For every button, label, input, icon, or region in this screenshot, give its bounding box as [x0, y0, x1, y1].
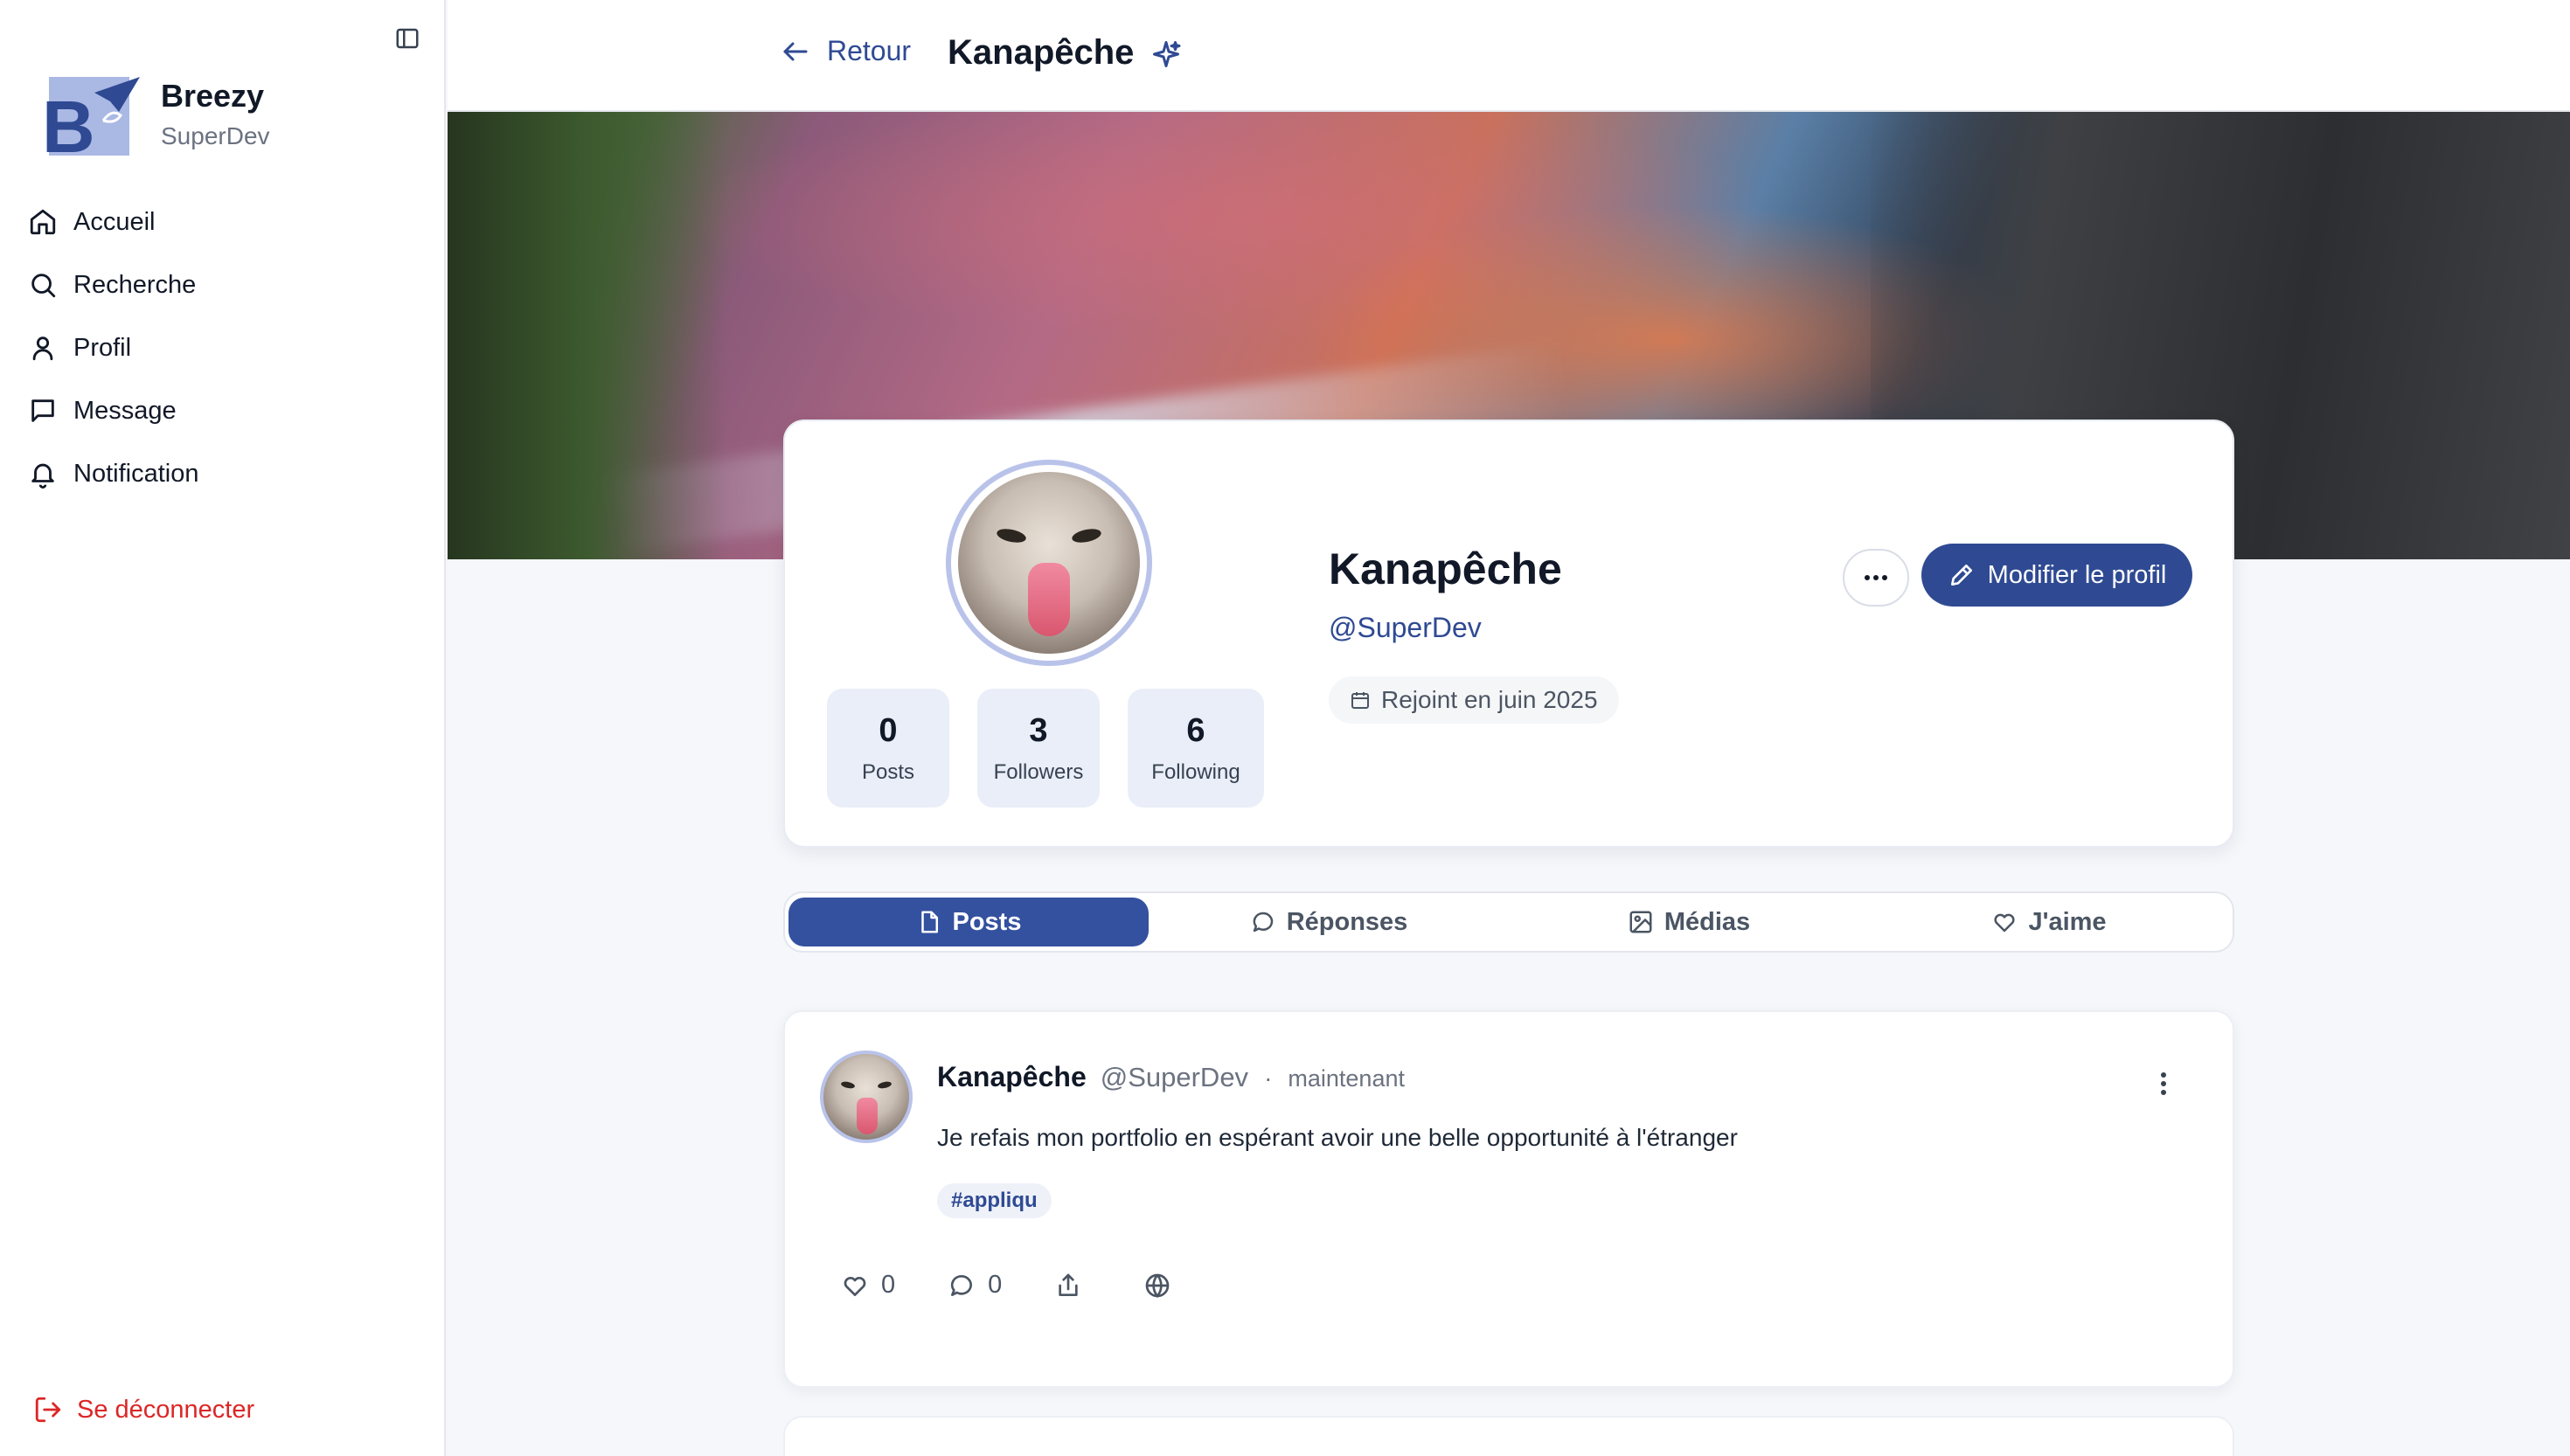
logout-button[interactable]: Se déconnecter [33, 1395, 254, 1425]
stat-value: 0 [879, 711, 898, 749]
brand[interactable]: B Breezy SuperDev [42, 72, 270, 159]
file-icon [920, 911, 938, 933]
post-timestamp: maintenant [1288, 1065, 1405, 1092]
comment-button[interactable]: 0 [948, 1271, 1002, 1300]
edit-profile-label: Modifier le profil [1987, 560, 2167, 589]
edit-profile-button[interactable]: Modifier le profil [1921, 544, 2192, 607]
more-options-button[interactable] [1843, 549, 1909, 607]
tab-label: J'aime [2028, 907, 2107, 936]
tab-medias[interactable]: Médias [1509, 898, 1869, 946]
profile-tabs: Posts Réponses Médias J'aime [783, 891, 2234, 953]
stat-value: 3 [1029, 711, 1048, 749]
sidebar-nav: Accueil Recherche Profil Message Notific… [26, 191, 198, 505]
joined-label: Rejoint en juin 2025 [1381, 686, 1598, 713]
stat-followers[interactable]: 3 Followers [977, 689, 1100, 808]
logout-icon [35, 1397, 61, 1423]
sidebar-item-message[interactable]: Message [26, 379, 198, 442]
post-card[interactable]: Kanapêche @SuperDev · maintenant Je refa… [783, 1010, 2234, 1388]
tab-label: Réponses [1286, 907, 1408, 936]
logo-icon: B [42, 77, 140, 159]
sidebar-item-label: Recherche [73, 270, 197, 299]
avatar-detail [840, 1080, 856, 1090]
post-actions: 0 0 [841, 1271, 1233, 1300]
next-post-card[interactable] [783, 1416, 2234, 1456]
share-button[interactable] [1054, 1272, 1082, 1300]
comment-icon [951, 1274, 973, 1296]
brand-subtitle: SuperDev [161, 122, 270, 149]
post-menu-button[interactable] [2150, 1066, 2177, 1101]
sidebar-item-label: Message [73, 396, 177, 425]
more-vertical-icon [2161, 1072, 2166, 1095]
user-icon [32, 336, 53, 361]
stat-label: Following [1151, 759, 1240, 784]
globe-icon [1145, 1273, 1170, 1298]
avatar-detail [1070, 526, 1103, 545]
bell-icon [31, 463, 54, 489]
stat-posts[interactable]: 0 Posts [827, 689, 949, 808]
profile-avatar[interactable] [946, 460, 1152, 666]
sidebar-item-recherche[interactable]: Recherche [26, 253, 198, 316]
stat-label: Followers [993, 759, 1084, 784]
sidebar-item-label: Accueil [73, 207, 156, 236]
post-avatar[interactable] [820, 1050, 913, 1143]
top-header: Retour Kanapêche [448, 0, 2570, 112]
brand-name: Breezy [161, 78, 265, 114]
heart-icon [1994, 913, 2015, 933]
post-header: Kanapêche @SuperDev · maintenant [937, 1061, 1405, 1093]
profile-card: 0 Posts 3 Followers 6 Following Kanapêch… [783, 419, 2234, 848]
sidebar-item-profil[interactable]: Profil [26, 316, 198, 379]
share-icon [1059, 1273, 1078, 1296]
post-text: Je refais mon portfolio en espérant avoi… [937, 1124, 1738, 1151]
comment-count: 0 [988, 1271, 1003, 1299]
stat-following[interactable]: 6 Following [1128, 689, 1264, 808]
page-title: Kanapêche [948, 33, 1135, 72]
sparkles-icon[interactable] [1150, 38, 1182, 70]
sidebar-item-accueil[interactable]: Accueil [26, 191, 198, 253]
sidebar-item-notification[interactable]: Notification [26, 442, 198, 505]
app: B Breezy SuperDev Accueil Recherche Prof… [0, 0, 2570, 1456]
profile-name: Kanapêche [1329, 544, 1562, 593]
like-button[interactable]: 0 [841, 1271, 895, 1300]
tab-reponses[interactable]: Réponses [1149, 898, 1509, 946]
globe-button[interactable] [1143, 1272, 1171, 1300]
sidebar-toggle-button[interactable] [392, 23, 423, 54]
home-icon [30, 209, 56, 235]
avatar-detail [1028, 563, 1070, 636]
avatar-image [958, 472, 1140, 654]
stat-value: 6 [1186, 711, 1205, 749]
svg-text:B: B [42, 86, 95, 159]
sidebar-item-label: Notification [73, 459, 199, 488]
joined-badge: Rejoint en juin 2025 [1329, 676, 1619, 724]
sidebar: B Breezy SuperDev Accueil Recherche Prof… [0, 0, 446, 1456]
post-separator: · [1264, 1064, 1273, 1092]
tab-label: Médias [1664, 907, 1751, 936]
logout-label: Se déconnecter [77, 1395, 255, 1424]
comment-icon [1253, 912, 1273, 933]
tab-posts[interactable]: Posts [788, 898, 1149, 946]
avatar-detail [857, 1098, 878, 1134]
calendar-icon [1351, 692, 1369, 709]
image-icon [1629, 911, 1652, 933]
post-hashtag[interactable]: #appliqu [937, 1183, 1052, 1218]
profile-handle: @SuperDev [1329, 612, 1482, 643]
profile-stats: 0 Posts 3 Followers 6 Following [827, 689, 1264, 808]
message-icon [31, 399, 54, 422]
post-handle[interactable]: @SuperDev [1101, 1062, 1248, 1093]
avatar-detail [877, 1080, 893, 1090]
sidebar-item-label: Profil [73, 333, 132, 362]
pencil-icon [1950, 565, 1972, 586]
post-author[interactable]: Kanapêche [937, 1061, 1087, 1093]
back-button[interactable]: Retour [780, 35, 911, 67]
stat-label: Posts [861, 759, 915, 784]
avatar-detail [995, 526, 1028, 545]
tab-jaime[interactable]: J'aime [1869, 898, 2229, 946]
arrow-left-icon [783, 42, 808, 60]
heart-icon [844, 1276, 866, 1296]
panel-left-icon [396, 28, 419, 49]
tab-label: Posts [952, 907, 1022, 936]
back-label: Retour [827, 35, 912, 66]
more-horizontal-icon [1865, 575, 1887, 580]
search-icon [31, 274, 56, 298]
like-count: 0 [881, 1271, 896, 1299]
